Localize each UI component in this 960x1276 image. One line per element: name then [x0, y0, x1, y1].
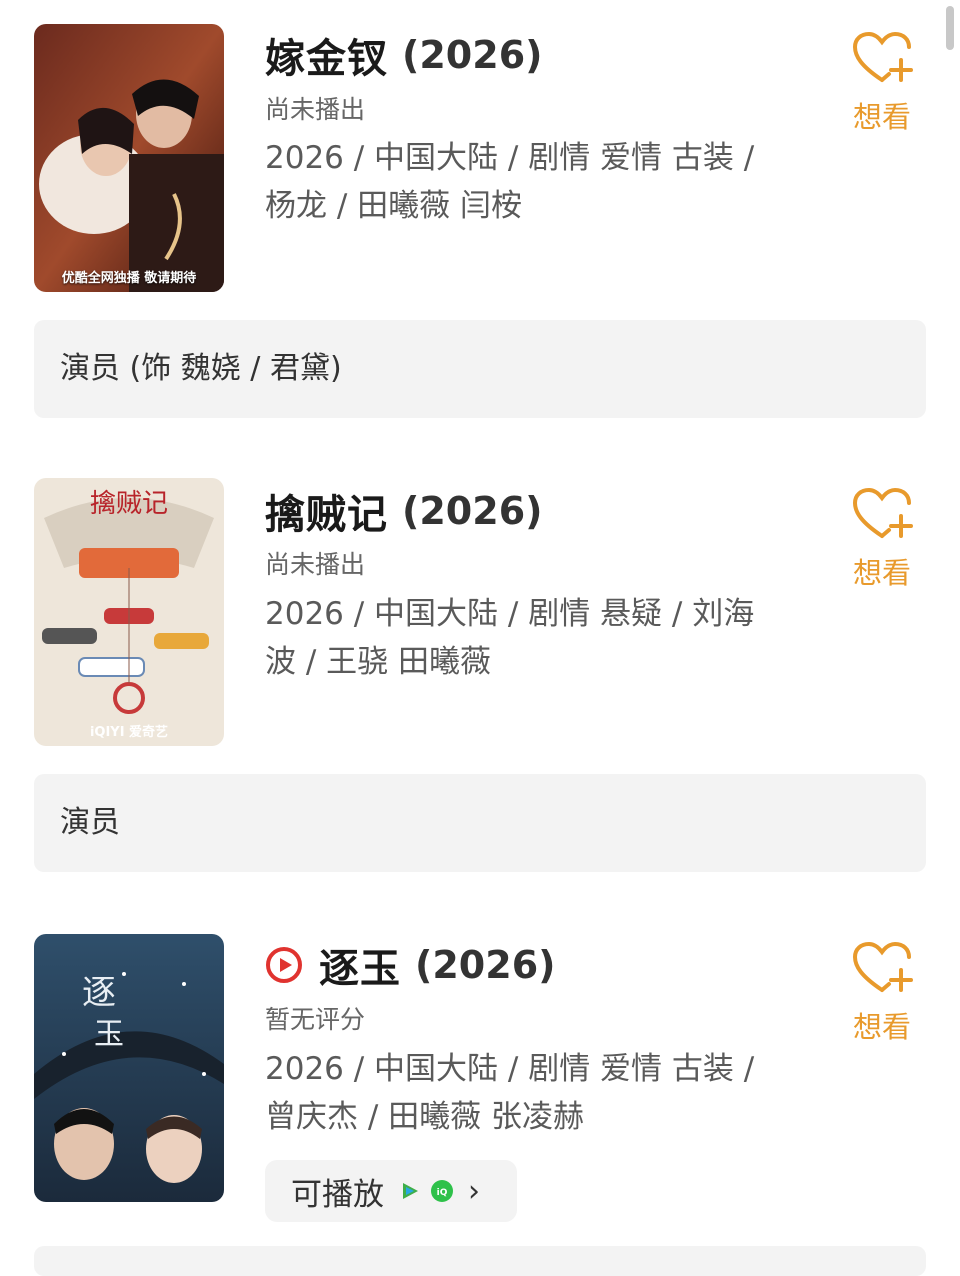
- playable-label: 可播放: [291, 1176, 384, 1213]
- next-actor-role-bar[interactable]: [34, 1246, 926, 1276]
- poster-image[interactable]: 优酷全网独播 敬请期待: [34, 24, 224, 292]
- play-circle-icon[interactable]: [265, 946, 303, 984]
- movie-meta: 2026 / 中国大陆 / 剧情 悬疑 / 刘海波 / 王骁 田曦薇: [265, 596, 755, 680]
- title-row: 嫁金钗 (2026): [265, 26, 543, 84]
- rating-status: 尚未播出: [265, 95, 366, 124]
- poster-caption: iQIYI 爱奇艺: [89, 725, 169, 740]
- heart-plus-icon: [852, 487, 913, 538]
- actor-role-bar[interactable]: 演员: [34, 774, 926, 872]
- svg-text:擒贼记: 擒贼记: [90, 489, 168, 519]
- title-row: 逐玉 (2026): [265, 936, 556, 994]
- poster-art: [34, 24, 224, 292]
- rating-status: 尚未播出: [265, 550, 366, 579]
- chevron-right-icon: ›: [468, 1173, 480, 1209]
- iqiyi-icon: iQ: [431, 1180, 453, 1202]
- heart-plus-icon: [852, 31, 913, 82]
- want-to-watch-button[interactable]: 想看: [846, 30, 918, 136]
- want-to-watch-button[interactable]: 想看: [846, 940, 918, 1046]
- movie-title[interactable]: 嫁金钗: [265, 26, 388, 84]
- movie-meta: 2026 / 中国大陆 / 剧情 爱情 古装 / 杨龙 / 田曦薇 闫桉: [265, 140, 755, 224]
- tencent-video-icon: [403, 1183, 418, 1199]
- svg-text:玉: 玉: [94, 1017, 124, 1052]
- heart-plus-icon: [852, 941, 913, 992]
- poster-image[interactable]: 逐 玉: [34, 934, 224, 1202]
- poster-art: 擒贼记: [34, 478, 224, 746]
- rating-status: 暂无评分: [265, 1005, 366, 1034]
- poster-art: 逐 玉: [34, 934, 224, 1202]
- title-row: 擒贼记 (2026): [265, 482, 543, 540]
- playable-button[interactable]: 可播放 iQ ›: [265, 1160, 517, 1222]
- want-label: 想看: [852, 100, 911, 134]
- svg-text:逐: 逐: [82, 973, 116, 1013]
- want-label: 想看: [852, 556, 911, 590]
- movie-year: (2026): [415, 943, 556, 987]
- movie-title[interactable]: 逐玉: [319, 936, 401, 994]
- want-label: 想看: [852, 1010, 911, 1044]
- movie-year: (2026): [402, 489, 543, 533]
- scrollbar-thumb[interactable]: [946, 6, 954, 50]
- movie-meta: 2026 / 中国大陆 / 剧情 爱情 古装 / 曾庆杰 / 田曦薇 张凌赫: [265, 1051, 755, 1135]
- poster-caption: 优酷全网独播 敬请期待: [61, 271, 197, 286]
- poster-image[interactable]: 擒贼记 iQIYI 爱奇艺: [34, 478, 224, 746]
- movie-year: (2026): [402, 33, 543, 77]
- actor-role-bar[interactable]: 演员 (饰 魏娆 / 君黛): [34, 320, 926, 418]
- want-to-watch-button[interactable]: 想看: [846, 486, 918, 592]
- svg-text:iQ: iQ: [437, 1188, 448, 1198]
- movie-title[interactable]: 擒贼记: [265, 482, 388, 540]
